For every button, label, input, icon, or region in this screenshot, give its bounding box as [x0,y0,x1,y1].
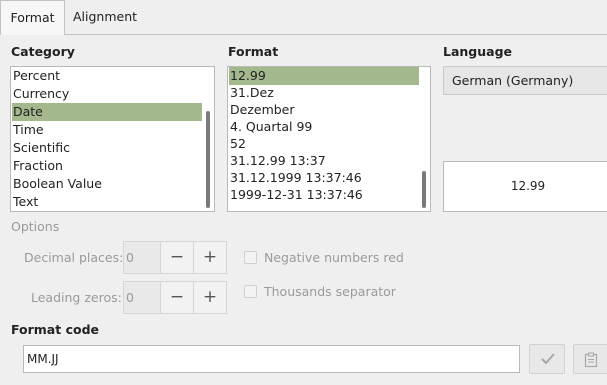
format-listbox[interactable]: 12.99 31.Dez Dezember 4. Quartal 99 52 3… [227,66,431,212]
category-heading: Category [11,44,75,59]
category-item-fraction[interactable]: Fraction [12,157,202,175]
category-item-time[interactable]: Time [12,121,202,139]
format-item[interactable]: 1999-12-31 13:37:46 [229,186,419,204]
options-heading: Options [11,219,60,234]
thousands-separator-checkbox[interactable] [244,285,257,298]
format-item[interactable]: 31.Dez [229,84,419,102]
edit-comment-button[interactable] [573,344,607,374]
leading-zeros-decrement-button[interactable]: − [160,281,194,314]
format-item[interactable]: 4. Quartal 99 [229,118,419,136]
language-heading: Language [443,44,513,59]
category-item-text[interactable]: Text [12,193,202,211]
format-preview: 12.99 [443,161,607,212]
format-item[interactable]: 52 [229,135,419,153]
format-scrollbar[interactable] [422,171,426,208]
negative-red-label: Negative numbers red [264,250,404,265]
leading-zeros-label: Leading zeros: [31,290,122,305]
format-heading: Format [228,44,279,59]
leading-zeros-increment-button[interactable]: + [193,281,227,314]
leading-zeros-field[interactable]: 0 [123,281,161,314]
decimal-places-decrement-button[interactable]: − [160,241,194,274]
format-code-heading: Format code [11,322,99,337]
decimal-places-field[interactable]: 0 [123,241,161,274]
category-scrollbar[interactable] [206,111,210,208]
clipboard-icon [584,352,598,368]
tab-divider [65,34,607,35]
category-item-currency[interactable]: Currency [12,85,202,103]
category-item-date[interactable]: Date [12,103,202,121]
thousands-separator-label: Thousands separator [264,284,396,299]
category-item-scientific[interactable]: Scientific [12,139,202,157]
accept-format-button[interactable] [529,344,565,374]
decimal-places-increment-button[interactable]: + [193,241,227,274]
format-item[interactable]: 12.99 [229,67,419,85]
tab-format[interactable]: Format [0,0,65,35]
decimal-places-label: Decimal places: [24,250,124,265]
tab-alignment[interactable]: Alignment [65,0,145,35]
category-item-boolean[interactable]: Boolean Value [12,175,202,193]
category-item-percent[interactable]: Percent [12,67,202,85]
tab-bar: Format Alignment [0,0,607,35]
format-item[interactable]: Dezember [229,101,419,119]
format-item[interactable]: 31.12.99 13:37 [229,152,419,170]
language-select[interactable]: German (Germany) [443,66,607,95]
category-listbox[interactable]: Percent Currency Date Time Scientific Fr… [10,66,215,212]
negative-red-checkbox[interactable] [244,251,257,264]
format-code-input[interactable]: MM.JJ [23,345,520,373]
checkmark-icon [541,353,555,365]
format-item[interactable]: 31.12.1999 13:37:46 [229,169,419,187]
